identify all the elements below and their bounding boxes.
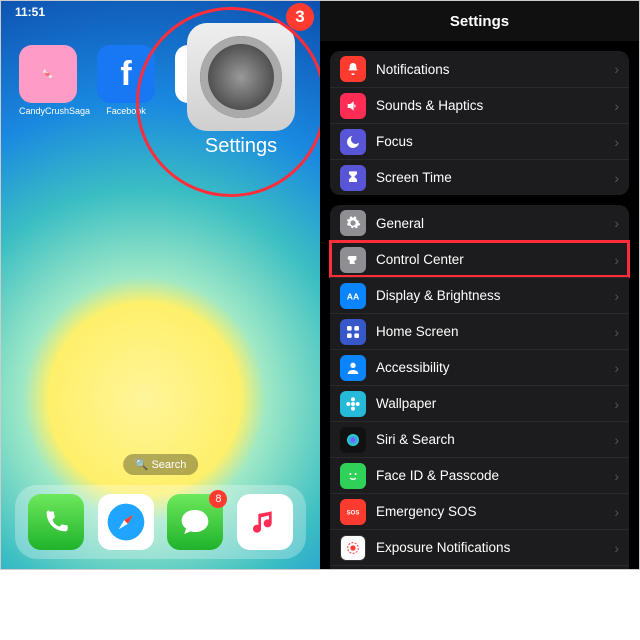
settings-row-emergency-sos[interactable]: SOS Emergency SOS › [330, 493, 629, 529]
settings-row-siri-search[interactable]: Siri & Search › [330, 421, 629, 457]
hourglass-icon [340, 165, 366, 191]
row-label: Sounds & Haptics [376, 98, 483, 113]
chevron-right-icon: › [614, 540, 619, 556]
app-label: Facebook [97, 106, 155, 116]
faceid-icon [340, 463, 366, 489]
status-time: 11:51 [15, 5, 45, 19]
person-icon [340, 355, 366, 381]
candy-icon: 🍬 [19, 45, 77, 103]
callout-step-badge: 3 [286, 3, 314, 31]
row-label: Accessibility [376, 360, 450, 375]
chevron-right-icon: › [614, 215, 619, 231]
chevron-right-icon: › [614, 134, 619, 150]
dock-phone[interactable] [28, 494, 84, 550]
chevron-right-icon: › [614, 396, 619, 412]
app-label: CandyCrushSaga [19, 106, 77, 116]
home-screen: 11:51 🍬 CandyCrushSaga f Facebook F Sett… [1, 1, 320, 569]
search-label: Search [151, 459, 186, 471]
status-bar: 11:51 [1, 1, 320, 25]
settings-row-wallpaper[interactable]: Wallpaper › [330, 385, 629, 421]
dock-messages[interactable]: 8 [167, 494, 223, 550]
settings-icon [187, 23, 295, 131]
chevron-right-icon: › [614, 360, 619, 376]
row-label: Focus [376, 134, 413, 149]
chevron-right-icon: › [614, 170, 619, 186]
chevron-right-icon: › [614, 324, 619, 340]
messages-badge: 8 [209, 490, 227, 508]
settings-row-notifications[interactable]: Notifications › [330, 51, 629, 87]
settings-screen: Settings Notifications › Sounds & Haptics ›… [320, 1, 639, 569]
sos-icon: SOS [340, 499, 366, 525]
settings-row-display-brightness[interactable]: AA Display & Brightness › [330, 277, 629, 313]
exposure-icon [340, 535, 366, 561]
chevron-right-icon: › [614, 504, 619, 520]
safari-icon [98, 494, 154, 550]
row-label: Siri & Search [376, 432, 455, 447]
dock-music[interactable] [237, 494, 293, 550]
settings-row-control-center[interactable]: Control Center › [330, 241, 629, 277]
row-label: Display & Brightness [376, 288, 501, 303]
dock-safari[interactable] [98, 494, 154, 550]
row-label: Notifications [376, 62, 450, 77]
row-label: Face ID & Passcode [376, 468, 499, 483]
chevron-right-icon: › [614, 98, 619, 114]
settings-row-general[interactable]: General › [330, 205, 629, 241]
row-label: Control Center [376, 252, 464, 267]
music-icon [237, 494, 293, 550]
settings-row-sounds-haptics[interactable]: Sounds & Haptics › [330, 87, 629, 123]
settings-header: Settings [320, 1, 639, 41]
settings-row-battery[interactable]: Battery› [330, 565, 629, 569]
row-label: Exposure Notifications [376, 540, 510, 555]
grid-icon [340, 319, 366, 345]
app-settings[interactable]: Settings [184, 23, 298, 158]
speaker-icon [340, 93, 366, 119]
settings-title: Settings [450, 13, 509, 30]
app-candy-crush[interactable]: 🍬 CandyCrushSaga [19, 45, 77, 116]
row-label: Screen Time [376, 170, 452, 185]
settings-group: General › Control Center › AA Display & Brigh… [330, 205, 629, 569]
row-label: Wallpaper [376, 396, 436, 411]
settings-row-home-screen[interactable]: Home Screen › [330, 313, 629, 349]
chevron-right-icon: › [614, 432, 619, 448]
chevron-right-icon: › [614, 252, 619, 268]
switches-icon [340, 247, 366, 273]
settings-row-face-id-passcode[interactable]: Face ID & Passcode › [330, 457, 629, 493]
settings-groups: Notifications›Sounds & Haptics›Focus›Scr… [320, 51, 639, 569]
chevron-right-icon: › [614, 288, 619, 304]
settings-row-exposure-notifications[interactable]: Exposure Notifications › [330, 529, 629, 565]
svg-text:AA: AA [347, 291, 360, 301]
gear-icon [340, 210, 366, 236]
settings-row-screen-time[interactable]: Screen Time › [330, 159, 629, 195]
app-facebook[interactable]: f Facebook [97, 45, 155, 116]
bell-icon [340, 56, 366, 82]
settings-row-focus[interactable]: Focus › [330, 123, 629, 159]
chevron-right-icon: › [614, 468, 619, 484]
moon-icon [340, 129, 366, 155]
svg-text:SOS: SOS [347, 510, 360, 516]
dock: 8 [15, 485, 306, 559]
phone-icon [28, 494, 84, 550]
row-label: Emergency SOS [376, 504, 477, 519]
aa-icon: AA [340, 283, 366, 309]
facebook-icon: f [97, 45, 155, 103]
settings-group: Notifications›Sounds & Haptics›Focus›Scr… [330, 51, 629, 195]
flower-icon [340, 391, 366, 417]
home-search-pill[interactable]: 🔍 Search [123, 454, 199, 475]
search-icon: 🔍 [135, 459, 149, 471]
chevron-right-icon: › [614, 61, 619, 77]
siri-icon [340, 427, 366, 453]
settings-row-accessibility[interactable]: Accessibility › [330, 349, 629, 385]
row-label: General [376, 216, 424, 231]
app-label: Settings [184, 135, 298, 158]
row-label: Home Screen [376, 324, 459, 339]
